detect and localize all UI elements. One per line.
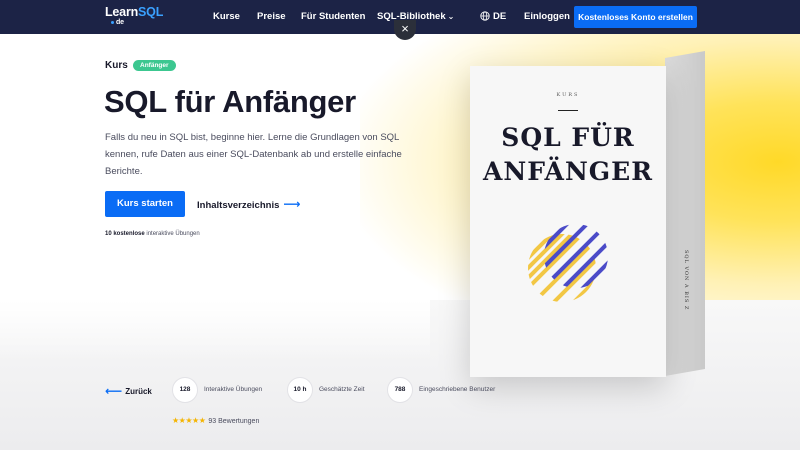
box-course-label: KURS bbox=[556, 92, 580, 98]
hero-floor-fade bbox=[0, 300, 430, 360]
arrow-left-icon: ⟵ bbox=[105, 384, 123, 398]
start-course-button[interactable]: Kurs starten bbox=[105, 191, 185, 217]
table-of-contents-label: Inhaltsverzeichnis bbox=[197, 200, 280, 211]
nav-link-preise[interactable]: Preise bbox=[257, 0, 286, 34]
login-link[interactable]: Einloggen bbox=[524, 0, 570, 34]
chevron-down-icon: ⌄ bbox=[447, 12, 455, 21]
course-description: Falls du neu in SQL bist, beginne hier. … bbox=[105, 132, 402, 177]
nav-link-kurse[interactable]: Kurse bbox=[213, 0, 240, 34]
logo-tld: de bbox=[111, 19, 163, 26]
free-exercises-text: interaktive Übungen bbox=[144, 231, 200, 237]
box-spine-label: SQL VON A BIS Z bbox=[683, 250, 689, 311]
rating-count: 93 Bewertungen bbox=[208, 418, 260, 425]
time-label: Geschätzte Zeit bbox=[319, 386, 365, 393]
free-exercises-note: 10 kostenlose interaktive Übungen bbox=[105, 231, 200, 237]
time-estimate: 10 h bbox=[287, 377, 313, 403]
back-label: Zurück bbox=[125, 387, 152, 396]
back-link[interactable]: ⟵ Zurück bbox=[105, 384, 152, 398]
course-label: Kurs bbox=[105, 60, 128, 71]
box-title-line2: ANFÄNGER bbox=[483, 157, 653, 186]
exercises-label: Interaktive Übungen bbox=[204, 386, 263, 393]
box-title-line1: SQL FÜR bbox=[501, 123, 635, 152]
logo-learn: Learn bbox=[105, 5, 139, 19]
exercises-count: 128 bbox=[172, 377, 198, 403]
striped-circle-emblem bbox=[528, 224, 608, 302]
enrolled-users-count: 788 bbox=[387, 377, 413, 403]
rating[interactable]: ★★★★★ 93 Bewertungen bbox=[172, 416, 259, 425]
free-exercises-count: 10 kostenlose bbox=[105, 231, 145, 237]
star-rating-icon: ★★★★★ bbox=[172, 416, 206, 425]
arrow-right-icon: ⟶ bbox=[283, 197, 301, 211]
enrolled-users-label: Eingeschriebene Benutzer bbox=[419, 386, 496, 393]
box-title: SQL FÜR ANFÄNGER bbox=[470, 121, 666, 189]
product-box: KURS SQL FÜR ANFÄNGER bbox=[470, 66, 666, 377]
nav-link-fuer-studenten[interactable]: Für Studenten bbox=[301, 0, 365, 34]
signup-button[interactable]: Kostenloses Konto erstellen bbox=[574, 6, 697, 28]
learnsql-logo[interactable]: LearnSQL de bbox=[105, 6, 163, 26]
globe-icon bbox=[480, 11, 490, 21]
language-selector[interactable]: DE bbox=[480, 0, 506, 34]
logo-sql: SQL bbox=[138, 5, 164, 19]
table-of-contents-link[interactable]: Inhaltsverzeichnis ⟶ bbox=[197, 191, 301, 217]
language-label: DE bbox=[493, 11, 507, 22]
box-divider bbox=[558, 110, 578, 111]
product-box-side bbox=[665, 50, 705, 376]
page-title: SQL für Anfänger bbox=[104, 84, 356, 119]
level-badge: Anfänger bbox=[133, 60, 176, 71]
